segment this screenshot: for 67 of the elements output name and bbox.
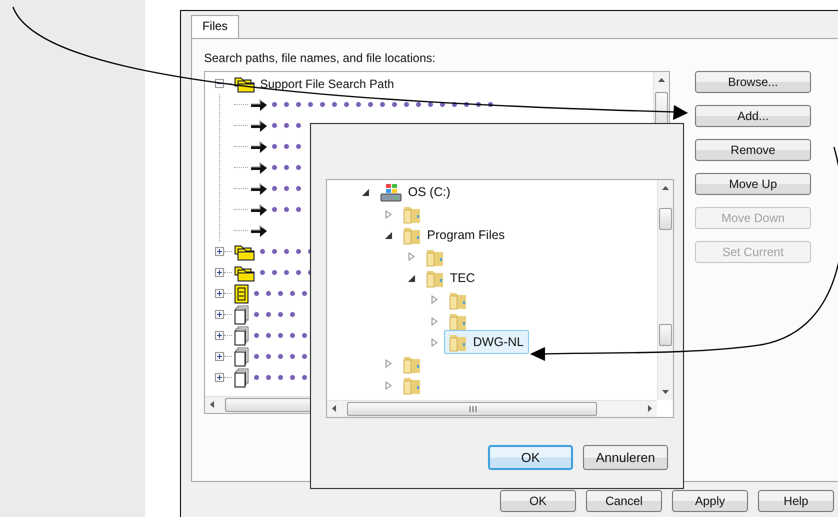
folder-item[interactable]: DWG-NL <box>444 330 529 354</box>
collapse-icon[interactable] <box>407 274 416 283</box>
vertical-scrollbar[interactable] <box>657 180 673 400</box>
expand-icon[interactable] <box>215 247 224 256</box>
arrow-icon <box>250 118 268 132</box>
tree-item[interactable] <box>215 346 307 367</box>
item-label: Support File Search Path <box>260 76 394 92</box>
pages-icon <box>234 346 250 366</box>
folder-item[interactable]: Program Files <box>398 223 510 248</box>
folder-item[interactable]: OS (C:) <box>375 180 456 205</box>
dialog-button[interactable]: Help <box>758 490 834 512</box>
drive-icon <box>380 182 402 203</box>
tree-item[interactable] <box>215 283 307 304</box>
side-button[interactable]: Browse... <box>695 71 811 93</box>
dialog-button[interactable]: OK <box>500 490 576 512</box>
book-icon <box>234 284 250 304</box>
tree-item[interactable] <box>215 367 307 388</box>
expand-icon[interactable] <box>215 268 224 277</box>
scroll-up-icon[interactable] <box>662 186 669 190</box>
folder-icon <box>403 225 421 246</box>
folder-icon <box>403 375 421 396</box>
arrow-icon <box>250 224 268 238</box>
folder-stack-icon <box>234 74 256 92</box>
tab[interactable]: Files <box>191 15 239 38</box>
side-button[interactable]: Add... <box>695 105 811 127</box>
arrow-icon <box>250 140 268 154</box>
collapse-icon[interactable] <box>384 230 393 240</box>
side-button[interactable]: Remove <box>695 139 811 161</box>
scroll-down-icon[interactable] <box>662 390 669 394</box>
arrow-icon <box>250 202 268 216</box>
tree-item[interactable]: Support File Search Path <box>215 73 394 94</box>
arrow-icon <box>250 98 268 112</box>
scroll-left-icon[interactable] <box>332 405 336 412</box>
tree-item[interactable] <box>215 325 307 346</box>
pages-icon <box>234 368 250 388</box>
expand-icon[interactable] <box>215 331 224 340</box>
grip-icon <box>469 406 477 412</box>
scroll-thumb[interactable] <box>347 402 597 416</box>
arrow-icon <box>250 182 268 196</box>
folder-icon <box>426 268 444 288</box>
expand-icon[interactable] <box>215 352 224 361</box>
arrow-icon <box>250 160 268 174</box>
side-button[interactable]: Move Up <box>695 173 811 195</box>
dialog-button[interactable]: OK <box>488 445 573 470</box>
folder-icon <box>449 332 467 352</box>
collapse-icon[interactable] <box>361 188 370 198</box>
folder-icon <box>449 311 467 332</box>
tree-item[interactable] <box>215 304 295 325</box>
folder-item[interactable]: TEC <box>421 266 480 290</box>
folder-stack-icon <box>234 242 256 260</box>
dialog-button[interactable]: Apply <box>672 490 748 512</box>
expand-icon[interactable] <box>215 289 224 298</box>
scroll-up-icon[interactable] <box>658 78 665 82</box>
folder-icon <box>403 204 421 224</box>
pages-icon <box>234 304 250 324</box>
scroll-right-icon[interactable] <box>648 405 652 412</box>
list-label: Search paths, file names, and file locations: <box>204 50 436 67</box>
expand-icon[interactable] <box>215 310 224 319</box>
scroll-left-icon[interactable] <box>210 401 214 408</box>
scroll-thumb[interactable] <box>659 324 672 346</box>
scroll-thumb[interactable] <box>659 208 672 230</box>
dialog-button[interactable]: Annuleren <box>583 445 668 470</box>
expand-icon[interactable] <box>215 373 224 382</box>
folder-stack-icon <box>234 264 256 282</box>
horizontal-scrollbar[interactable] <box>327 400 657 417</box>
dialog-button[interactable]: Cancel <box>586 490 662 512</box>
pages-icon <box>234 326 250 346</box>
